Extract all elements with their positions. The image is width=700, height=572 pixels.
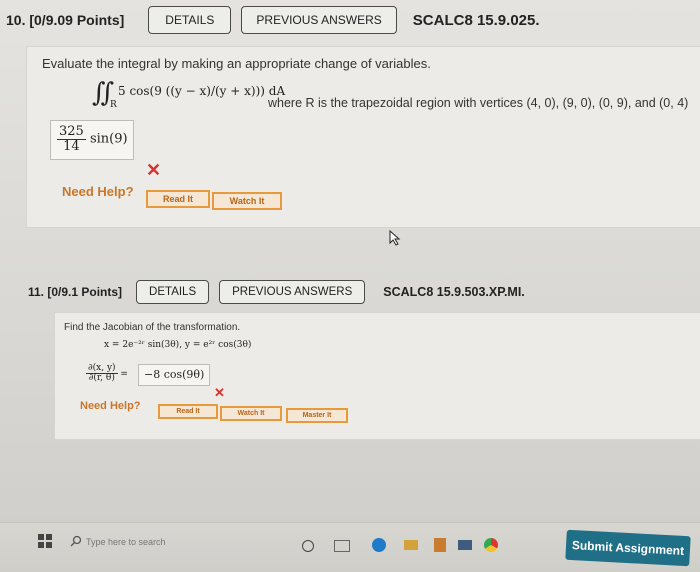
q10-previous-answers-button[interactable]: PREVIOUS ANSWERS xyxy=(241,6,397,34)
q11-master-it-button[interactable]: Master It xyxy=(286,408,348,423)
q11-jacobian-label: ∂(x, y) ∂(r, θ) = xyxy=(86,363,128,384)
q10-answer-numerator: 325 xyxy=(57,124,86,140)
q10-read-it-button[interactable]: Read It xyxy=(146,190,210,208)
q11-jacobian-denominator: ∂(r, θ) xyxy=(88,373,115,384)
q11-transform: x = 2e⁻²ʳ sin(3θ), y = e²ʳ cos(3θ) xyxy=(104,340,252,350)
q11-prompt: Find the Jacobian of the transformation. xyxy=(64,322,241,333)
mouse-cursor-icon xyxy=(389,230,401,246)
q10-code: SCALC8 15.9.025. xyxy=(412,11,540,29)
mail-icon[interactable] xyxy=(458,540,472,550)
q10-number: 10. [0/9.09 Points] xyxy=(6,12,125,28)
q11-code: SCALC8 15.9.503.XP.MI. xyxy=(383,285,525,299)
q10-region-label: R xyxy=(110,100,117,110)
chrome-icon[interactable] xyxy=(484,538,498,552)
q11-header: 11. [0/9.1 Points] DETAILS PREVIOUS ANSW… xyxy=(28,280,525,304)
windows-start-icon[interactable] xyxy=(38,534,52,548)
q11-read-it-button[interactable]: Read It xyxy=(158,404,218,419)
q10-watch-it-button[interactable]: Watch It xyxy=(212,192,282,210)
taskbar-search-input[interactable]: Type here to search xyxy=(86,537,166,547)
edge-browser-icon[interactable] xyxy=(372,538,386,552)
q10-integrand: 5 cos(9 ((y − x)/(y + x))) dA xyxy=(118,84,286,98)
cortana-icon[interactable] xyxy=(302,540,314,552)
q11-answer-value: −8 cos(9θ) xyxy=(144,368,205,381)
q10-prompt: Evaluate the integral by making an appro… xyxy=(42,56,431,71)
q10-region-text: where R is the trapezoidal region with v… xyxy=(268,96,689,110)
q11-incorrect-icon: ✕ xyxy=(214,385,225,400)
file-explorer-icon[interactable] xyxy=(404,540,418,550)
q10-answer-field[interactable]: 325 14 sin(9) xyxy=(50,120,134,160)
q11-previous-answers-button[interactable]: PREVIOUS ANSWERS xyxy=(219,280,366,304)
app-icon[interactable] xyxy=(434,538,446,552)
q10-need-help: Need Help? xyxy=(62,184,134,199)
q11-answer-field[interactable]: −8 cos(9θ) xyxy=(138,364,210,386)
q10-answer-tail: sin(9) xyxy=(89,131,128,147)
task-view-icon[interactable] xyxy=(334,540,350,552)
q11-details-button[interactable]: DETAILS xyxy=(136,280,210,304)
q11-watch-it-button[interactable]: Watch It xyxy=(220,406,282,421)
q11-need-help: Need Help? xyxy=(80,400,141,412)
q10-details-button[interactable]: DETAILS xyxy=(148,6,232,34)
q10-header: 10. [0/9.09 Points] DETAILS PREVIOUS ANS… xyxy=(6,6,540,34)
submit-assignment-button[interactable]: Submit Assignment xyxy=(565,529,691,567)
search-icon xyxy=(70,535,82,547)
q10-answer-denominator: 14 xyxy=(63,138,80,154)
q10-incorrect-icon: ✕ xyxy=(146,160,162,180)
q11-number: 11. [0/9.1 Points] xyxy=(28,285,123,299)
